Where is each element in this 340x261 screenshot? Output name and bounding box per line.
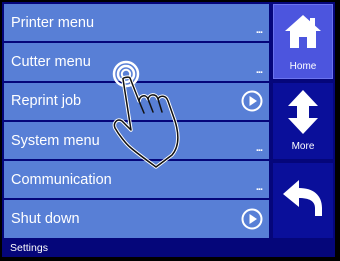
home-icon (285, 15, 321, 48)
submenu-ellipsis-icon: ... (255, 63, 263, 76)
submenu-ellipsis-icon: ... (255, 24, 263, 37)
menu-item-label: Shut down (11, 211, 80, 228)
settings-menu: Printer menu ... Cutter menu ... Reprint… (4, 4, 269, 238)
submenu-ellipsis-icon: ... (255, 181, 263, 194)
back-arrow-icon (283, 179, 322, 216)
home-button[interactable]: Home (273, 4, 333, 80)
submenu-ellipsis-icon: ... (255, 142, 263, 155)
menu-item-communication[interactable]: Communication ... (4, 161, 269, 199)
up-down-arrow-icon (288, 90, 318, 135)
touch-screen: Printer menu ... Cutter menu ... Reprint… (2, 2, 335, 257)
play-icon (241, 208, 263, 230)
more-button[interactable]: More (273, 83, 333, 159)
menu-item-label: System menu (11, 132, 100, 149)
back-button[interactable] (273, 162, 333, 238)
play-icon (241, 90, 263, 112)
menu-item-shut-down[interactable]: Shut down (4, 200, 269, 238)
more-button-label: More (291, 140, 315, 152)
status-bar-title: Settings (10, 242, 48, 254)
home-button-label: Home (289, 61, 317, 73)
menu-item-printer-menu[interactable]: Printer menu ... (4, 4, 269, 42)
menu-item-reprint-job[interactable]: Reprint job (4, 82, 269, 120)
menu-item-label: Reprint job (11, 93, 82, 110)
menu-item-system-menu[interactable]: System menu ... (4, 121, 269, 160)
menu-item-label: Cutter menu (11, 53, 91, 70)
menu-item-label: Communication (11, 171, 112, 188)
side-button-panel: Home More (273, 4, 333, 238)
menu-item-label: Printer menu (11, 14, 95, 31)
menu-item-cutter-menu[interactable]: Cutter menu ... (4, 43, 269, 81)
